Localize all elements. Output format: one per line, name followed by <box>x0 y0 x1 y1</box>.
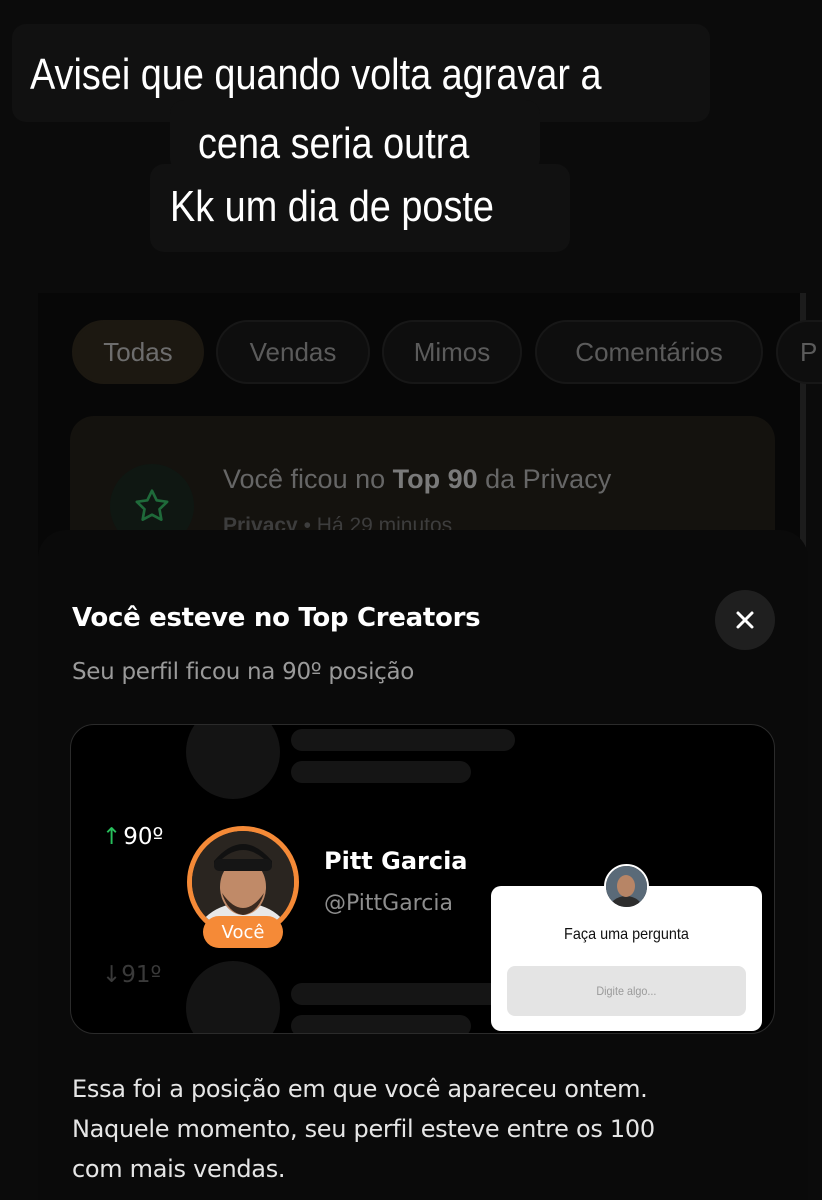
placeholder-avatar-above <box>186 725 280 799</box>
placeholder-bar <box>291 729 515 751</box>
close-icon <box>736 611 754 629</box>
caption-line-3: Kk um dia de poste <box>170 182 494 231</box>
placeholder-avatar-below <box>186 961 280 1033</box>
caption-line-1: Avisei que quando volta agravar a <box>30 50 602 99</box>
placeholder-bar <box>291 983 515 1005</box>
description-line: Naquele momento, seu perfil esteve entre… <box>72 1115 655 1143</box>
filter-chip-mimos[interactable]: Mimos <box>382 320 522 384</box>
notification-text: Você ficou no Top 90 da Privacy <box>223 464 612 494</box>
sticker-avatar <box>604 864 649 909</box>
sheet-title: Você esteve no Top Creators <box>72 603 481 633</box>
question-sticker-title: Faça uma pergunta <box>564 926 689 943</box>
question-input[interactable]: Digite algo... <box>507 966 746 1016</box>
description-line: com mais vendas. <box>72 1155 286 1183</box>
filter-chip-comentarios[interactable]: Comentários <box>535 320 763 384</box>
user-name: Pitt Garcia <box>324 847 468 875</box>
rank-next: ↓91º <box>102 962 162 988</box>
question-input-placeholder: Digite algo... <box>596 984 657 998</box>
star-icon <box>135 489 169 521</box>
filter-chip-vendas[interactable]: Vendas <box>216 320 370 384</box>
sheet-subtitle: Seu perfil ficou na 90º posição <box>72 659 415 685</box>
placeholder-bar <box>291 761 471 783</box>
placeholder-bar <box>291 1015 471 1033</box>
caption-line-2: cena seria outra <box>198 119 470 168</box>
close-button[interactable] <box>715 590 775 650</box>
arrow-up-icon: ↑ <box>102 824 122 850</box>
user-handle: @PittGarcia <box>324 891 453 916</box>
description-line: Essa foi a posição em que você apareceu … <box>72 1075 648 1103</box>
arrow-down-icon: ↓ <box>102 962 122 988</box>
sticker-avatar-photo <box>606 866 647 907</box>
filter-chip-todas[interactable]: Todas <box>72 320 204 384</box>
sheet-description: Essa foi a posição em que você apareceu … <box>72 1069 772 1189</box>
you-badge: Você <box>203 916 283 948</box>
rank-current: ↑90º <box>102 824 164 850</box>
